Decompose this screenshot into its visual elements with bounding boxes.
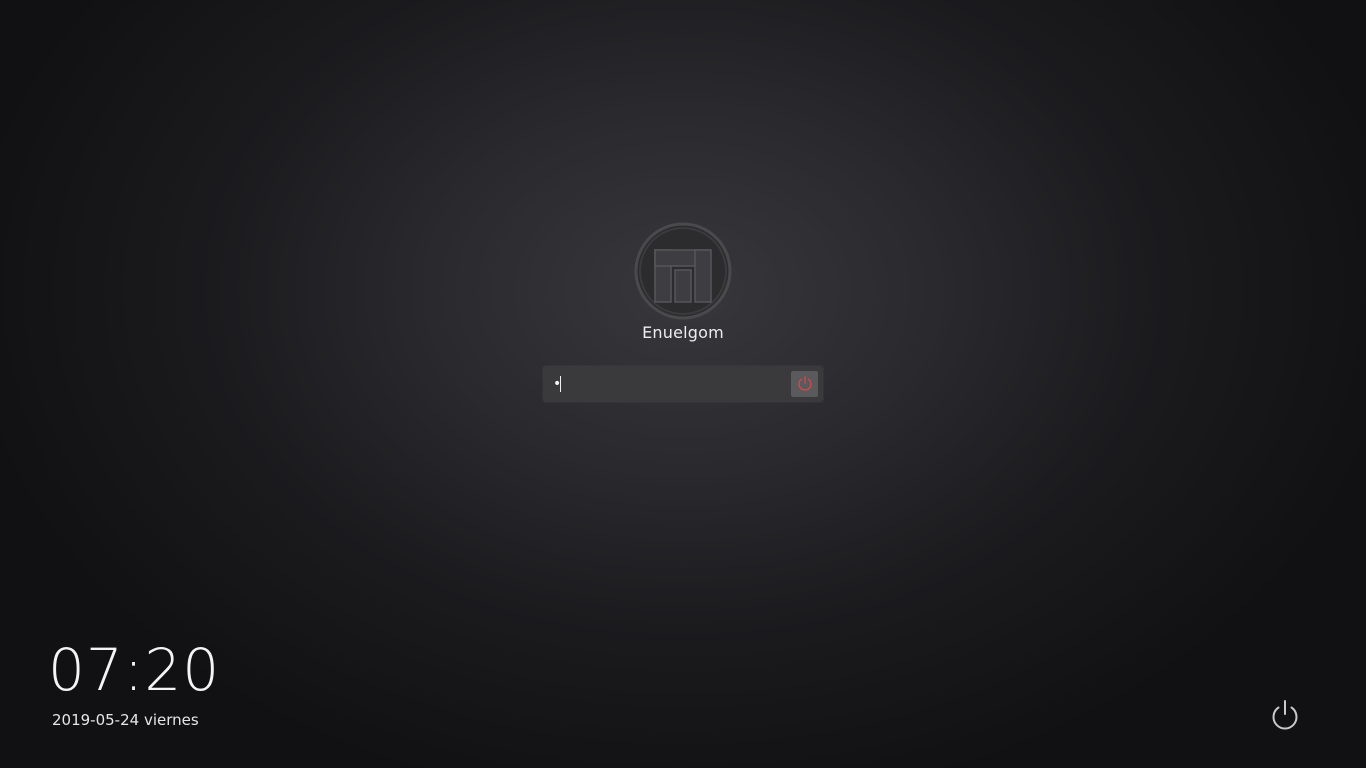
user-block: Enuelgom [583,222,783,342]
text-caret [560,376,561,392]
power-icon [1272,700,1298,730]
password-input[interactable] [553,374,783,394]
user-avatar-icon[interactable] [634,222,732,320]
lock-screen: { "user": { "name": "Enuelgom", "avatar_… [0,0,1366,768]
username-label: Enuelgom [642,323,724,342]
login-button[interactable] [791,371,818,397]
power-icon [797,376,812,391]
password-field-container [543,366,823,402]
power-button[interactable] [1268,698,1302,732]
clock-date: 2019-05-24 viernes [52,711,199,729]
clock-time: 07:20 [48,636,221,704]
